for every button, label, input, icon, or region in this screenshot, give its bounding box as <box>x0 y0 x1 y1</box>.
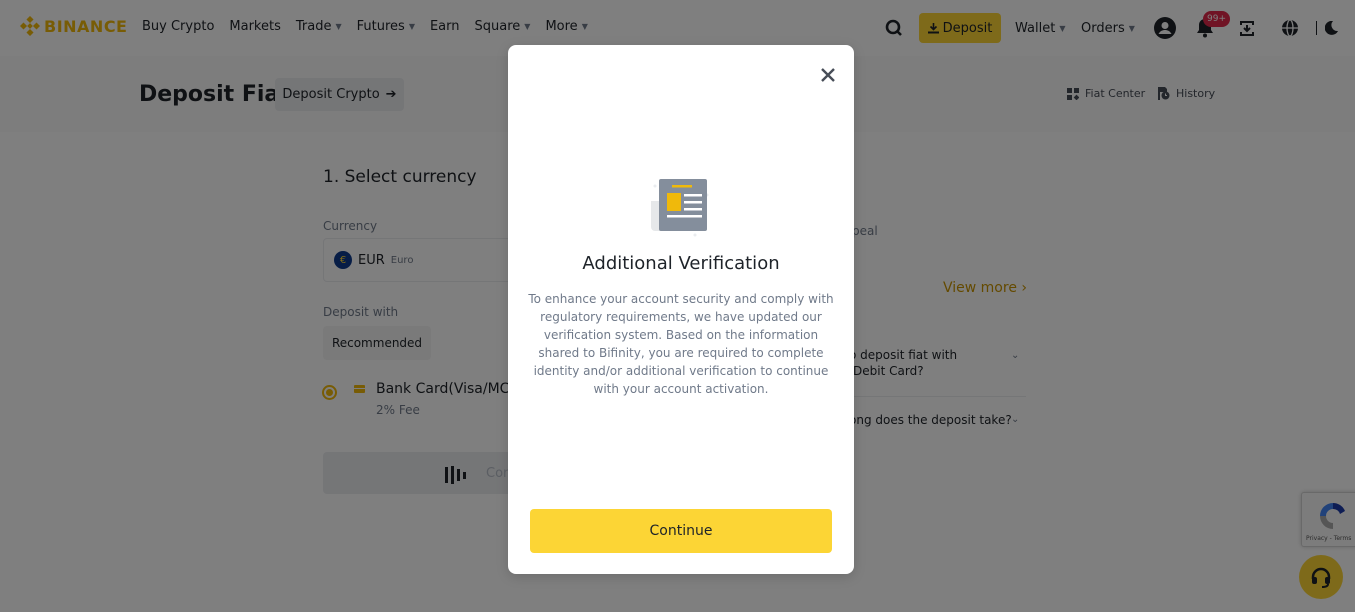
document-illustration-icon <box>645 173 717 239</box>
modal-title: Additional Verification <box>582 253 780 274</box>
modal-description: To enhance your account security and com… <box>528 292 834 396</box>
close-icon <box>821 68 835 82</box>
close-button[interactable] <box>818 65 838 85</box>
additional-verification-modal: Additional Verification To enhance your … <box>508 45 854 574</box>
continue-button[interactable]: Continue <box>530 509 832 553</box>
